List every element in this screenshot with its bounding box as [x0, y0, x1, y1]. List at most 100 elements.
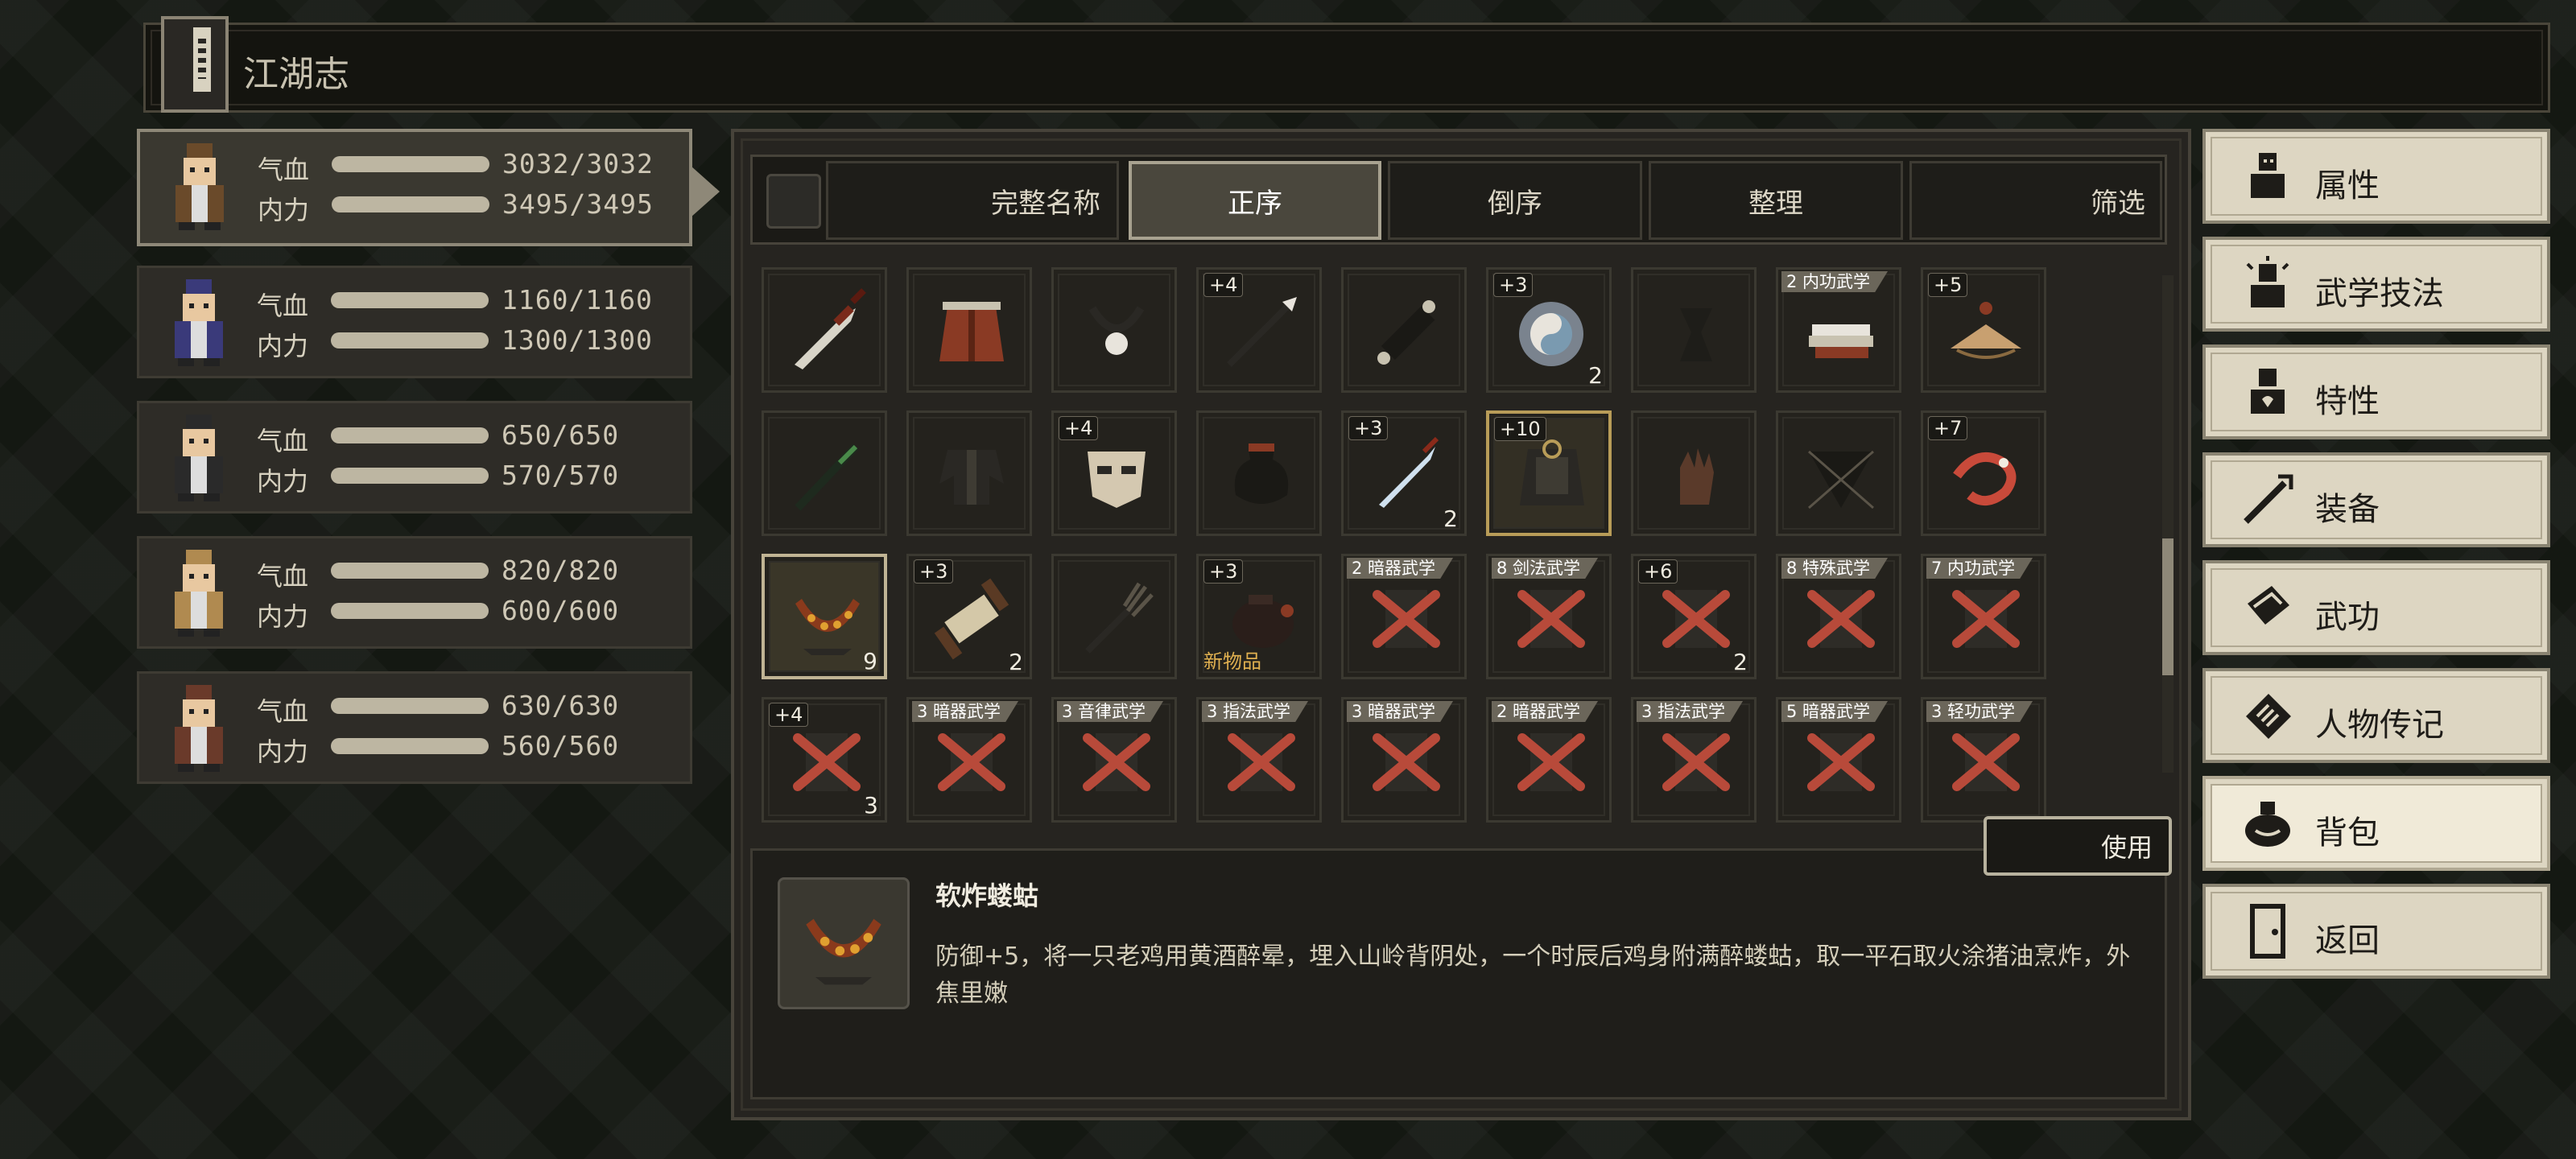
- arrange-button[interactable]: 整理: [1649, 161, 1903, 240]
- inventory-slot[interactable]: +10: [1486, 410, 1612, 536]
- inventory-slot[interactable]: 5 暗器武学: [1776, 697, 1901, 823]
- enhance-level: +4: [1203, 273, 1244, 297]
- character-card[interactable]: 气血 820/820 内力 600/600: [137, 536, 692, 649]
- inventory-slot[interactable]: 2 暗器武学: [1341, 554, 1467, 679]
- inventory-slot[interactable]: 3 指法武学: [1196, 697, 1322, 823]
- inventory-slot[interactable]: +4: [1196, 267, 1322, 393]
- menu-button[interactable]: 属性: [2202, 129, 2550, 224]
- scrollbar-track[interactable]: [2162, 275, 2174, 773]
- menu-button[interactable]: 人物传记: [2202, 668, 2550, 763]
- glove-icon: [1680, 448, 1714, 505]
- inventory-slot[interactable]: 3 音律武学: [1051, 697, 1177, 823]
- character-portrait-icon: [175, 415, 223, 501]
- menu-button[interactable]: 武学技法: [2202, 237, 2550, 332]
- inventory-slot[interactable]: +4: [1051, 410, 1177, 536]
- full-name-toggle[interactable]: 完整名称: [826, 161, 1119, 240]
- hp-value: 650/650: [502, 419, 620, 451]
- door-icon: [2250, 904, 2285, 959]
- biography-icon: [2246, 694, 2291, 739]
- inventory-slot[interactable]: [1051, 554, 1177, 679]
- character-card[interactable]: 气血 1160/1160 内力 1300/1300: [137, 266, 692, 378]
- inventory-slot[interactable]: 3 暗器武学: [906, 697, 1032, 823]
- hp-bar: [331, 698, 489, 714]
- menu-button[interactable]: 装备: [2202, 452, 2550, 547]
- inventory-slot[interactable]: 9: [762, 554, 887, 679]
- inventory-slot[interactable]: [906, 410, 1032, 536]
- inventory-slot[interactable]: 8 剑法武学: [1486, 554, 1612, 679]
- menu-label: 武学技法: [2315, 275, 2444, 312]
- leather-armor-icon: [939, 302, 1004, 361]
- scrollbar-thumb[interactable]: [2162, 538, 2174, 676]
- inventory-slot[interactable]: [1776, 410, 1901, 536]
- inventory-slot[interactable]: [906, 267, 1032, 393]
- inventory-slot[interactable]: 2 暗器武学: [1486, 697, 1612, 823]
- inventory-slot[interactable]: +5: [1921, 267, 2046, 393]
- inventory-slot[interactable]: +3 新物品: [1196, 554, 1322, 679]
- item-count: 2: [1009, 649, 1023, 675]
- inventory-slot[interactable]: +7: [1921, 410, 2046, 536]
- dagger-icon: [1379, 436, 1439, 508]
- inventory-slot[interactable]: 3 轻功武学: [1921, 697, 2046, 823]
- inventory-slot[interactable]: +3 2: [1486, 267, 1612, 393]
- inventory-slot[interactable]: [1341, 267, 1467, 393]
- inventory-slot[interactable]: 2 内功武学: [1776, 267, 1901, 393]
- use-button[interactable]: 使用: [1984, 816, 2172, 876]
- inventory-slot[interactable]: 8 特殊武学: [1776, 554, 1901, 679]
- item-count: 9: [863, 648, 877, 674]
- pearl-necklace-icon: [1088, 306, 1145, 355]
- inventory-slot[interactable]: [1051, 267, 1177, 393]
- locked-manual-icon: [1228, 733, 1295, 791]
- item-count: 2: [1588, 362, 1603, 389]
- category-tag: 3 指法武学: [1202, 701, 1309, 722]
- character-card[interactable]: 气血 630/630 内力 560/560: [137, 671, 692, 784]
- hp-value: 1160/1160: [502, 284, 653, 316]
- inventory-slot[interactable]: +4 3: [762, 697, 887, 823]
- inventory-slot[interactable]: [1196, 410, 1322, 536]
- filter-button[interactable]: 筛选: [1909, 161, 2162, 240]
- inventory-slot[interactable]: +6 2: [1631, 554, 1757, 679]
- inventory-slot[interactable]: [762, 267, 887, 393]
- scroll-icon: [934, 578, 1009, 660]
- inventory-slot[interactable]: [762, 410, 887, 536]
- locked-manual-icon: [1807, 590, 1875, 648]
- character-portrait-icon: [175, 143, 224, 230]
- inventory-slot[interactable]: 3 指法武学: [1631, 697, 1757, 823]
- locked-manual-icon: [1373, 733, 1440, 791]
- inventory-slot[interactable]: +3 2: [1341, 410, 1467, 536]
- character-portrait-icon: [175, 279, 223, 366]
- bamboo-hat-icon: [1951, 302, 2021, 359]
- select-all-checkbox[interactable]: [766, 174, 821, 229]
- sort-ascending-button[interactable]: 正序: [1129, 161, 1381, 240]
- hp-label: 气血: [257, 291, 309, 321]
- mp-label: 内力: [257, 466, 309, 497]
- inventory-slot[interactable]: [1631, 267, 1757, 393]
- inventory-slot[interactable]: +3 2: [906, 554, 1032, 679]
- menu-button[interactable]: 武功: [2202, 560, 2550, 655]
- inventory-slot[interactable]: 3 暗器武学: [1341, 697, 1467, 823]
- category-tag: 3 暗器武学: [912, 701, 1019, 722]
- menu-label: 属性: [2315, 167, 2380, 204]
- category-tag: 2 暗器武学: [1347, 558, 1454, 579]
- category-tag: 3 指法武学: [1637, 701, 1744, 722]
- page-title: 江湖志: [243, 54, 349, 95]
- character-card[interactable]: 气血 650/650 内力 570/570: [137, 401, 692, 514]
- locked-manual-icon: [1517, 590, 1585, 648]
- menu-button[interactable]: 背包: [2202, 776, 2550, 871]
- item-name: 软炸蝼蛄: [935, 881, 1039, 911]
- inventory-slot[interactable]: 7 内功武学: [1921, 554, 2046, 679]
- net-icon: [1808, 450, 1874, 509]
- mp-bar: [331, 468, 489, 484]
- locked-manual-icon: [1662, 590, 1730, 648]
- character-card[interactable]: 气血 3032/3032 内力 3495/3495: [137, 129, 692, 246]
- category-tag: 8 特殊武学: [1781, 558, 1889, 579]
- person-icon: [2251, 153, 2285, 198]
- menu-button[interactable]: 返回: [2202, 884, 2550, 979]
- enhance-level: +5: [1928, 273, 1968, 297]
- category-tag: 5 暗器武学: [1781, 701, 1889, 722]
- enhance-level: +3: [1348, 416, 1389, 440]
- locked-manual-icon: [1373, 590, 1440, 648]
- menu-button[interactable]: 特性: [2202, 344, 2550, 439]
- inventory-slot[interactable]: [1631, 410, 1757, 536]
- locked-manual-icon: [1952, 590, 2020, 648]
- sort-descending-button[interactable]: 倒序: [1388, 161, 1642, 240]
